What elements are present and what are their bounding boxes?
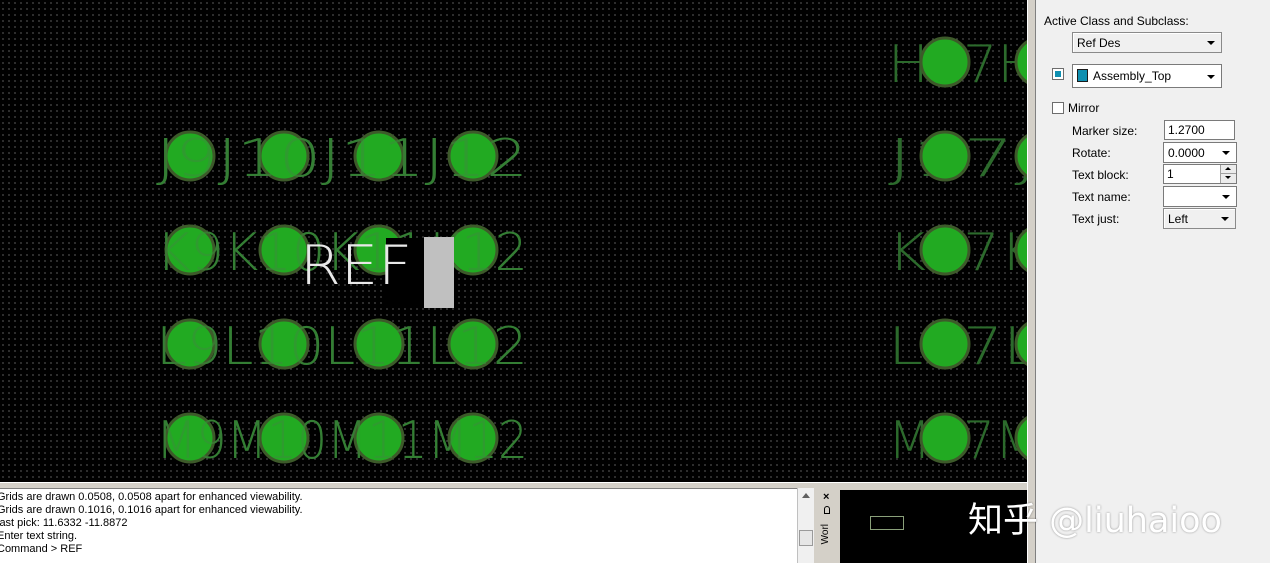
bga-pad[interactable] bbox=[919, 318, 971, 370]
text-block-spinner[interactable] bbox=[1220, 165, 1236, 183]
rotate-combo[interactable]: 0.0000 bbox=[1163, 142, 1237, 163]
text-block-label: Text block: bbox=[1072, 168, 1129, 182]
text-name-label: Text name: bbox=[1072, 190, 1131, 204]
chevron-down-icon bbox=[1204, 33, 1218, 52]
text-cursor-block bbox=[424, 237, 454, 308]
bga-pad[interactable] bbox=[919, 412, 971, 464]
console-line: Grids are drawn 0.1016, 0.1016 apart for… bbox=[0, 504, 303, 516]
bga-pad[interactable] bbox=[919, 130, 971, 182]
pcb-drawing: J9J10J11J12K9K10K11K12L9L10L11L12M9M10M1… bbox=[156, 35, 1027, 471]
mirror-label: Mirror bbox=[1068, 101, 1100, 115]
watermark: 知乎 @liuhaioo bbox=[968, 501, 1222, 541]
ghost-text: REF bbox=[300, 234, 412, 297]
marker-size-label: Marker size: bbox=[1072, 124, 1138, 138]
text-just-label: Text just: bbox=[1072, 212, 1120, 226]
command-prompt-line: Command > REF bbox=[0, 543, 83, 555]
marker-size-input[interactable]: 1.2700 bbox=[1164, 120, 1235, 140]
active-class-title: Active Class and Subclass: bbox=[1044, 14, 1189, 28]
bga-pad[interactable] bbox=[919, 36, 971, 88]
rotate-value: 0.0000 bbox=[1168, 146, 1205, 160]
text-just-value: Left bbox=[1168, 212, 1189, 226]
subclass-color-icon bbox=[1077, 69, 1088, 82]
chevron-down-icon bbox=[1218, 209, 1232, 228]
spin-down-icon[interactable] bbox=[1221, 174, 1236, 183]
text-just-dropdown[interactable]: Left bbox=[1163, 208, 1236, 229]
text-name-combo[interactable] bbox=[1163, 186, 1237, 207]
console-line: Grids are drawn 0.0508, 0.0508 apart for… bbox=[0, 491, 303, 503]
vertical-splitter[interactable] bbox=[1027, 0, 1036, 563]
worldview-tab[interactable]: × Worl bbox=[814, 488, 840, 563]
close-icon[interactable]: × bbox=[823, 491, 829, 503]
refdes-text-overlay: J9J10J11J12 bbox=[156, 129, 528, 189]
class-dropdown[interactable]: Ref Des bbox=[1072, 32, 1222, 53]
chevron-down-icon bbox=[1219, 187, 1233, 206]
refdes-text-overlay: M9M10M11M12 bbox=[156, 411, 528, 471]
text-block-input[interactable]: 1 bbox=[1163, 164, 1237, 184]
chevron-down-icon bbox=[1219, 143, 1233, 162]
subclass-dropdown[interactable]: Assembly_Top bbox=[1072, 64, 1222, 88]
mirror-checkbox[interactable] bbox=[1052, 102, 1064, 114]
design-canvas[interactable]: J9J10J11J12 K9K10K11K12 L9L10L11L12 M9M10M1… bbox=[0, 0, 1027, 482]
marker-size-value: 1.2700 bbox=[1168, 123, 1205, 137]
text-block-value: 1 bbox=[1167, 167, 1174, 181]
spin-up-icon[interactable] bbox=[1221, 165, 1236, 174]
rotate-label: Rotate: bbox=[1072, 146, 1111, 160]
worldview-title: Worl bbox=[820, 524, 831, 545]
allegro-window: J9J10J11J12 K9K10K11K12 L9L10L11L12 M9M10M1… bbox=[0, 0, 1270, 563]
scroll-up-icon[interactable] bbox=[798, 488, 814, 504]
console-line: last pick: 11.6332 -11.8872 bbox=[0, 517, 128, 529]
console-line: Enter text string. bbox=[0, 530, 78, 542]
command-console[interactable]: Grids are drawn 0.0508, 0.0508 apart for… bbox=[0, 488, 797, 563]
refdes-text-overlay: L9L10L11L12 bbox=[156, 317, 528, 377]
subclass-color-swatch[interactable] bbox=[1052, 68, 1064, 80]
console-scrollbar[interactable] bbox=[797, 488, 814, 563]
color-swatch-icon bbox=[1055, 71, 1061, 77]
options-panel: Active Class and Subclass: Ref Des Assem… bbox=[1036, 0, 1270, 563]
class-value: Ref Des bbox=[1077, 36, 1121, 50]
view-extent-rect[interactable] bbox=[870, 516, 904, 530]
scroll-thumb[interactable] bbox=[799, 530, 813, 546]
bga-pad[interactable] bbox=[919, 224, 971, 276]
pin-icon[interactable] bbox=[824, 506, 830, 514]
chevron-down-icon bbox=[1204, 67, 1218, 86]
subclass-value: Assembly_Top bbox=[1093, 69, 1172, 83]
